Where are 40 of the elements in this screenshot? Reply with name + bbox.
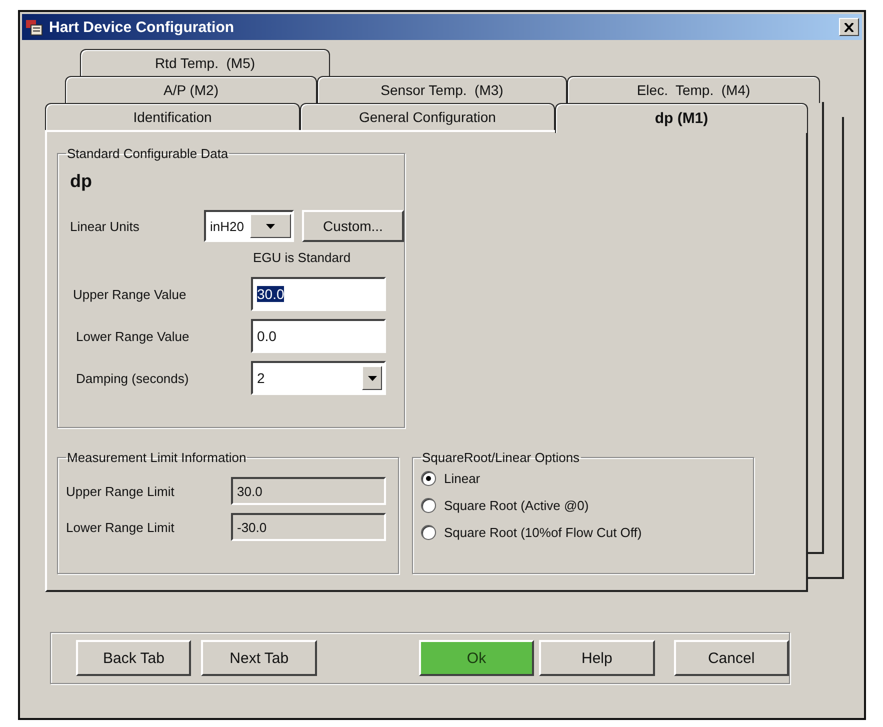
tab[interactable]: Elec. Temp. (M4) <box>567 76 820 103</box>
radio-label[interactable]: Square Root (Active @0) <box>444 498 589 513</box>
field-label: Lower Range Limit <box>66 520 176 534</box>
readonly-field: 30.0 <box>231 477 386 505</box>
input-field[interactable]: 30.0 <box>251 277 386 311</box>
custom-button[interactable]: Custom... <box>302 210 404 242</box>
field-label: Upper Range Limit <box>66 484 176 498</box>
field-label: Damping (seconds) <box>75 370 190 386</box>
input-field[interactable]: 0.0 <box>251 319 386 353</box>
radio-button[interactable] <box>421 525 436 540</box>
window-title: Hart Device Configuration <box>49 18 236 36</box>
close-icon <box>844 22 854 32</box>
status-text: EGU is Standard <box>253 250 351 265</box>
group-title: Standard Configurable Data <box>66 146 230 161</box>
tab[interactable]: General Configuration <box>300 103 555 130</box>
group-title: SquareRoot/Linear Options <box>421 450 581 465</box>
radio-label[interactable]: Square Root (10%of Flow Cut Off) <box>444 525 642 540</box>
tab[interactable]: Identification <box>45 103 300 130</box>
group-title: Measurement Limit Information <box>66 450 248 465</box>
dialog-button[interactable]: Help <box>539 640 655 676</box>
tab[interactable]: Rtd Temp. (M5) <box>80 49 330 76</box>
dialog-button[interactable]: Cancel <box>674 640 790 676</box>
radio-button[interactable] <box>421 498 436 513</box>
dialog-button[interactable]: Next Tab <box>201 640 317 676</box>
field-label: Upper Range Value <box>72 286 188 302</box>
close-button[interactable] <box>839 18 859 36</box>
tab[interactable]: dp (M1) <box>555 103 808 133</box>
damping-dropdown[interactable]: 2 <box>251 361 386 395</box>
units-dropdown[interactable]: inH20 <box>204 210 294 242</box>
readonly-field: -30.0 <box>231 513 386 541</box>
radio-label[interactable]: Linear <box>444 471 480 486</box>
tab[interactable]: Sensor Temp. (M3) <box>317 76 567 103</box>
radio-button[interactable] <box>421 471 436 486</box>
field-label: Linear Units <box>70 218 140 234</box>
dialog-button[interactable]: Back Tab <box>76 640 192 676</box>
field-label: Lower Range Value <box>75 328 190 344</box>
dialog-button[interactable]: Ok <box>418 640 534 676</box>
app-icon <box>25 18 43 36</box>
tab[interactable]: A/P (M2) <box>65 76 317 103</box>
variable-name: dp <box>70 171 92 192</box>
